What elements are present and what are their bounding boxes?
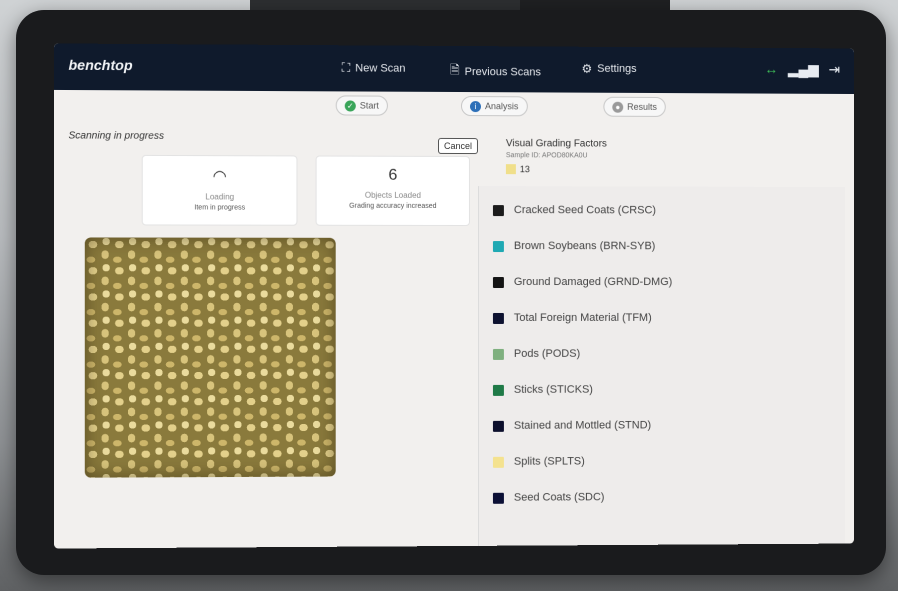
app-screen: benchtop ⛶ New Scan 🗎 Previous Scans ⚙ S… xyxy=(54,43,854,549)
factor-splts[interactable]: Splits (SPLTS) xyxy=(492,455,585,468)
pending-icon: ● xyxy=(612,101,624,113)
check-icon: ✓ xyxy=(344,99,356,112)
factor-label: Splits (SPLTS) xyxy=(513,455,585,468)
factor-swatch xyxy=(492,492,504,504)
step-start[interactable]: ✓ Start xyxy=(335,95,388,116)
brand-logo[interactable]: benchtop xyxy=(68,57,132,74)
grading-title: Visual Grading Factors xyxy=(505,138,607,150)
tablet-frame: benchtop ⛶ New Scan 🗎 Previous Scans ⚙ S… xyxy=(16,10,886,575)
step-analysis-label: Analysis xyxy=(484,101,519,112)
factor-pods[interactable]: Pods (PODS) xyxy=(492,347,581,360)
factor-label: Seed Coats (SDC) xyxy=(513,491,605,504)
legend-chip: 13 xyxy=(505,164,530,175)
step-results-label: Results xyxy=(627,101,657,112)
top-navbar: benchtop ⛶ New Scan 🗎 Previous Scans ⚙ S… xyxy=(54,43,854,95)
loading-label: Loading xyxy=(205,192,235,202)
objects-count: 6 xyxy=(388,166,398,184)
factor-tfm[interactable]: Total Foreign Material (TFM) xyxy=(492,311,652,324)
legend-count: 13 xyxy=(519,164,530,175)
factor-label: Pods (PODS) xyxy=(513,347,581,360)
factor-swatch xyxy=(492,456,504,468)
info-icon: i xyxy=(469,100,481,112)
document-icon: 🗎 xyxy=(450,62,460,78)
factor-stnd[interactable]: Stained and Mottled (STND) xyxy=(492,419,652,432)
factor-label: Brown Soybeans (BRN-SYB) xyxy=(513,240,656,253)
gear-icon: ⚙ xyxy=(581,61,593,76)
factor-brn-syb[interactable]: Brown Soybeans (BRN-SYB) xyxy=(492,240,656,253)
factor-swatch xyxy=(492,420,504,432)
scan-status-title: Scanning in progress xyxy=(68,130,164,142)
factor-swatch xyxy=(492,348,504,360)
sample-image xyxy=(84,237,336,478)
sample-id: Sample ID: APOD80KA0U xyxy=(505,152,588,160)
progress-steps: ✓ Start i Analysis ● Results xyxy=(54,94,854,124)
nav-new-scan-label: New Scan xyxy=(355,61,406,75)
factor-label: Total Foreign Material (TFM) xyxy=(513,311,652,324)
step-start-label: Start xyxy=(359,100,379,111)
nav-previous-scans[interactable]: 🗎 Previous Scans xyxy=(450,61,541,82)
nav-settings[interactable]: ⚙ Settings xyxy=(582,62,637,76)
step-analysis[interactable]: i Analysis xyxy=(460,96,528,117)
factor-swatch xyxy=(492,384,504,396)
factor-swatch xyxy=(492,276,504,288)
signal-icon: ▂▄▆ xyxy=(787,60,819,77)
scan-icon: ⛶ xyxy=(341,60,351,75)
factor-grnd-dmg[interactable]: Ground Damaged (GRND-DMG) xyxy=(492,276,673,289)
factor-label: Cracked Seed Coats (CRSC) xyxy=(513,204,656,217)
objects-card: 6 Objects Loaded Grading accuracy increa… xyxy=(315,155,470,227)
objects-label: Objects Loaded xyxy=(364,190,422,200)
status-icons: ↔ ▂▄▆ ⇥ xyxy=(764,61,840,78)
factor-label: Sticks (STICKS) xyxy=(513,383,593,396)
factor-crsc[interactable]: Cracked Seed Coats (CRSC) xyxy=(492,204,656,217)
nav-previous-scans-label: Previous Scans xyxy=(464,65,541,78)
objects-sub: Grading accuracy increased xyxy=(349,202,437,210)
legend-swatch xyxy=(505,164,516,175)
step-results[interactable]: ● Results xyxy=(603,96,666,117)
nav-new-scan[interactable]: ⛶ New Scan xyxy=(342,60,406,75)
logout-icon[interactable]: ⇥ xyxy=(829,61,841,78)
factor-swatch xyxy=(492,312,504,324)
cancel-button[interactable]: Cancel xyxy=(438,137,478,155)
grading-factor-list: Cracked Seed Coats (CRSC) Brown Soybeans… xyxy=(477,186,845,546)
factor-swatch xyxy=(492,240,504,252)
factor-swatch xyxy=(492,204,504,216)
spinner-icon: ◠ xyxy=(212,168,227,186)
nav-settings-label: Settings xyxy=(597,62,637,75)
factor-label: Stained and Mottled (STND) xyxy=(513,419,652,432)
loading-card: ◠ Loading Item in progress xyxy=(141,154,298,226)
factor-sticks[interactable]: Sticks (STICKS) xyxy=(492,383,593,396)
factor-label: Ground Damaged (GRND-DMG) xyxy=(513,276,673,289)
loading-sub: Item in progress xyxy=(194,204,246,212)
factor-sdc[interactable]: Seed Coats (SDC) xyxy=(492,491,605,504)
connection-icon: ↔ xyxy=(764,60,779,77)
